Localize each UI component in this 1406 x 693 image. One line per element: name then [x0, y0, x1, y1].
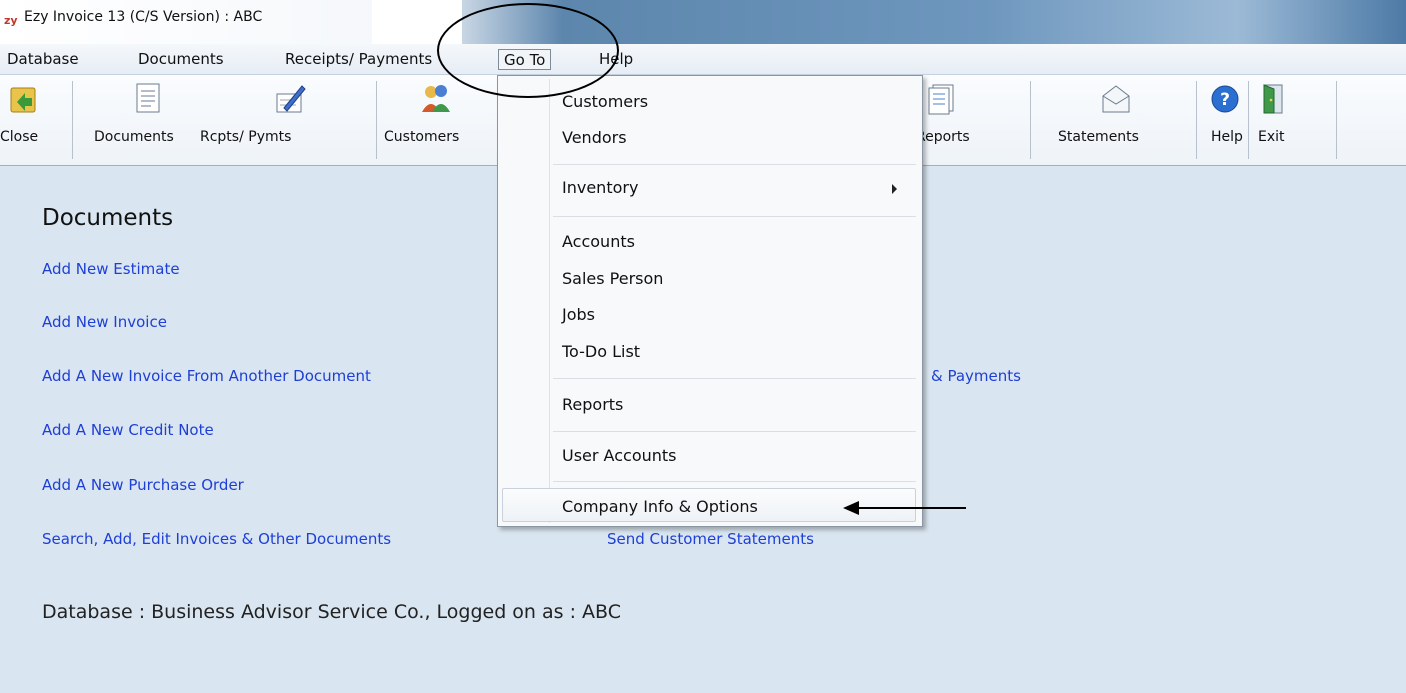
menu-documents[interactable]: Documents	[133, 49, 229, 70]
statements-button[interactable]: Statements	[1044, 75, 1190, 165]
statements-icon	[1102, 85, 1130, 113]
svg-text:?: ?	[1220, 90, 1230, 110]
toolbar-separator	[1248, 81, 1249, 159]
menu-item-reports[interactable]: Reports	[562, 395, 623, 414]
menu-separator	[553, 481, 916, 482]
documents-icon	[136, 83, 160, 113]
link-add-new-invoice[interactable]: Add New Invoice	[42, 313, 167, 331]
reports-button-label: Reports	[916, 129, 970, 145]
reports-button[interactable]: Reports	[916, 75, 1026, 165]
database-status: Database : Business Advisor Service Co.,…	[42, 601, 621, 623]
help-button[interactable]: ? Help	[1200, 75, 1244, 165]
reports-icon	[928, 84, 954, 115]
menu-item-sales-person[interactable]: Sales Person	[562, 269, 663, 288]
annotation-arrow-line	[858, 507, 966, 509]
menu-item-accounts[interactable]: Accounts	[562, 232, 635, 251]
toolbar-separator	[376, 81, 377, 159]
submenu-arrow-icon	[892, 184, 897, 194]
documents-button-label: Documents	[94, 129, 174, 145]
close-button[interactable]: Close	[0, 75, 74, 165]
menu-receipts-payments[interactable]: Receipts/ Payments	[280, 49, 437, 70]
menu-item-jobs[interactable]: Jobs	[562, 305, 595, 324]
section-title: Documents	[42, 205, 174, 231]
menu-item-inventory[interactable]: Inventory	[562, 178, 638, 197]
window-title: Ezy Invoice 13 (C/S Version) : ABC	[24, 9, 263, 25]
menu-database[interactable]: Database	[2, 49, 84, 70]
exit-icon	[1263, 84, 1283, 114]
link-receipts-payments[interactable]: & Payments	[931, 367, 1021, 385]
menu-separator	[553, 164, 916, 165]
statements-button-label: Statements	[1058, 129, 1139, 145]
menu-item-vendors[interactable]: Vendors	[562, 128, 627, 147]
menu-separator	[553, 431, 916, 432]
title-bar: zy Ezy Invoice 13 (C/S Version) : ABC	[0, 0, 1406, 44]
customers-icon	[422, 85, 450, 112]
goto-dropdown-menu: Customers Vendors Inventory Accounts Sal…	[497, 75, 923, 527]
toolbar-separator	[1196, 81, 1197, 159]
link-send-customer-statements[interactable]: Send Customer Statements	[607, 530, 814, 548]
receipts-icon	[276, 85, 306, 113]
link-add-invoice-from-document[interactable]: Add A New Invoice From Another Document	[42, 367, 371, 385]
toolbar-separator	[1336, 81, 1337, 159]
receipts-payments-button[interactable]: Rcpts/ Pymts	[196, 75, 372, 165]
receipts-payments-button-label: Rcpts/ Pymts	[200, 129, 292, 145]
menu-separator	[553, 378, 916, 379]
link-add-credit-note[interactable]: Add A New Credit Note	[42, 421, 214, 439]
menu-item-todo-list[interactable]: To-Do List	[562, 342, 640, 361]
app-logo-icon: zy	[4, 14, 18, 27]
menu-separator	[553, 216, 916, 217]
close-button-label: Close	[0, 129, 39, 145]
annotation-ellipse	[437, 3, 619, 98]
close-folder-icon	[10, 87, 36, 113]
menu-bar: Database Documents Receipts/ Payments Go…	[0, 44, 1406, 75]
annotation-arrow-icon	[843, 501, 859, 515]
toolbar-separator	[72, 81, 73, 159]
menu-item-company-info-options[interactable]: Company Info & Options	[562, 497, 758, 516]
exit-button[interactable]: Exit	[1252, 75, 1296, 165]
exit-button-label: Exit	[1258, 129, 1285, 145]
toolbar-separator	[1030, 81, 1031, 159]
link-add-new-estimate[interactable]: Add New Estimate	[42, 260, 180, 278]
documents-button[interactable]: Documents	[74, 75, 190, 165]
menu-item-user-accounts[interactable]: User Accounts	[562, 446, 677, 465]
menu-item-customers[interactable]: Customers	[562, 92, 648, 111]
link-add-purchase-order[interactable]: Add A New Purchase Order	[42, 476, 244, 494]
link-search-documents[interactable]: Search, Add, Edit Invoices & Other Docum…	[42, 530, 391, 548]
help-icon: ?	[1211, 85, 1239, 113]
menu-gutter	[549, 79, 550, 523]
customers-button-label: Customers	[384, 129, 460, 145]
help-button-label: Help	[1211, 129, 1243, 145]
